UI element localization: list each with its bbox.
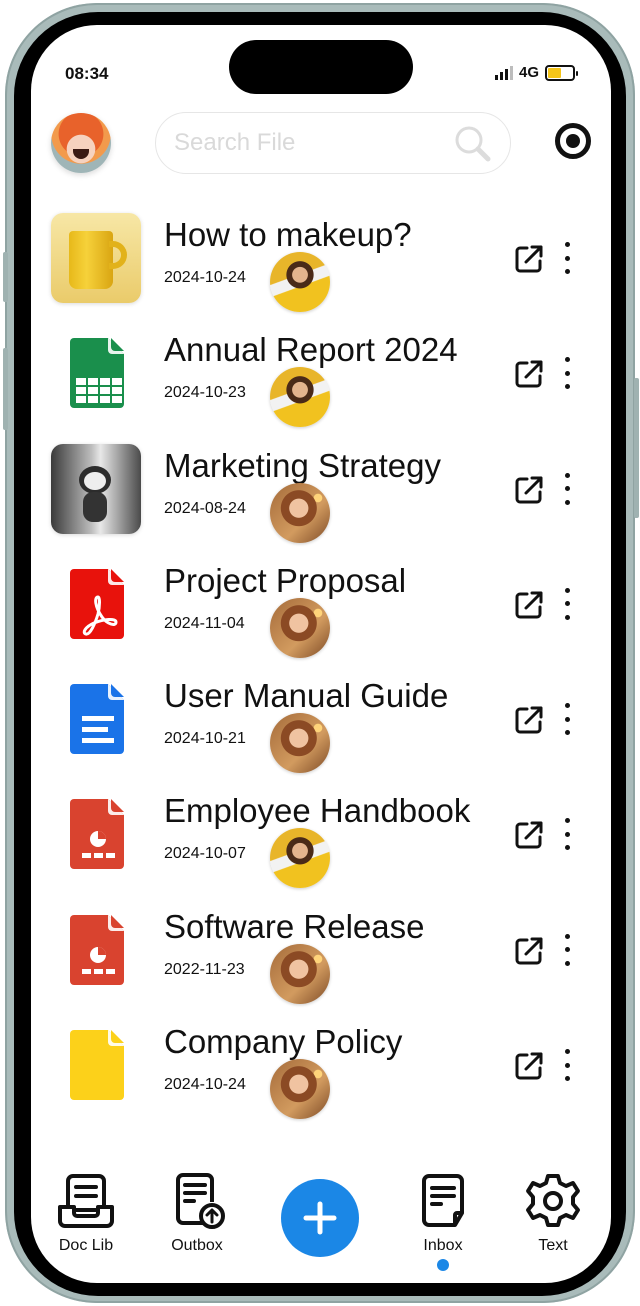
owner-avatar[interactable] <box>270 367 330 428</box>
file-date: 2024-08-24 <box>164 499 246 517</box>
document-icon <box>422 1174 464 1227</box>
user-avatar[interactable] <box>51 113 111 173</box>
screen: 08:34 4G How to makeup? 2024-10-24 Annual … <box>31 25 611 1283</box>
dynamic-island <box>229 40 413 94</box>
record-icon[interactable] <box>555 123 591 159</box>
status-time: 08:34 <box>65 64 109 83</box>
inbox-tray-icon <box>58 1174 114 1228</box>
share-icon[interactable] <box>512 703 546 737</box>
generic-file-icon <box>70 1030 124 1101</box>
search-input[interactable] <box>174 129 434 157</box>
puppy-photo <box>51 443 141 534</box>
owner-avatar[interactable] <box>270 943 330 1004</box>
outbox-upload-icon <box>176 1173 225 1229</box>
owner-avatar[interactable] <box>270 1059 330 1120</box>
file-date: 2024-11-04 <box>164 614 245 632</box>
nav-label: Doc Lib <box>58 1237 114 1254</box>
share-icon[interactable] <box>512 588 546 622</box>
file-date: 2024-10-21 <box>164 730 246 748</box>
file-row[interactable]: Software Release 2022-11-23 <box>31 900 611 1015</box>
share-icon[interactable] <box>512 818 546 852</box>
power-button <box>634 378 639 518</box>
file-title[interactable]: Annual Report 2024 <box>164 331 458 369</box>
network-label: 4G <box>518 64 539 81</box>
more-options-icon[interactable] <box>557 701 577 737</box>
file-row[interactable]: How to makeup? 2024-10-24 <box>31 208 611 323</box>
signal-icon <box>494 65 513 80</box>
file-row[interactable]: Marketing Strategy 2024-08-24 <box>31 439 611 554</box>
active-indicator <box>437 1259 449 1271</box>
gear-icon <box>526 1174 580 1227</box>
search-icon[interactable] <box>452 123 494 165</box>
more-options-icon[interactable] <box>557 932 577 968</box>
file-row[interactable]: Company Policy 2024-10-24 <box>31 1015 611 1130</box>
volume-up-button <box>3 252 8 302</box>
share-icon[interactable] <box>512 473 546 507</box>
file-title[interactable]: Marketing Strategy <box>164 447 441 485</box>
file-date: 2024-10-24 <box>164 269 246 286</box>
file-title[interactable]: Project Proposal <box>164 562 406 600</box>
file-date: 2024-10-23 <box>164 384 246 402</box>
file-title[interactable]: Employee Handbook <box>164 792 470 830</box>
nav-text[interactable]: Text <box>508 1171 598 1255</box>
more-options-icon[interactable] <box>557 240 577 276</box>
owner-avatar[interactable] <box>270 828 330 889</box>
file-row[interactable]: User Manual Guide 2024-10-21 <box>31 669 611 784</box>
add-button[interactable] <box>281 1179 359 1257</box>
presentation-icon <box>70 914 124 985</box>
search-bar[interactable] <box>155 112 511 174</box>
pdf-icon <box>70 568 124 639</box>
nav-label: Text <box>538 1237 568 1254</box>
more-options-icon[interactable] <box>557 586 577 622</box>
file-date: 2024-10-24 <box>164 1076 246 1094</box>
share-icon[interactable] <box>512 1049 546 1083</box>
file-title[interactable]: Software Release <box>164 908 424 946</box>
owner-avatar[interactable] <box>270 482 330 543</box>
file-list: How to makeup? 2024-10-24 Annual Report 20… <box>31 208 611 1130</box>
file-thumbnail[interactable] <box>51 674 141 764</box>
share-icon[interactable] <box>512 934 546 968</box>
nav-outbox[interactable]: Outbox <box>152 1171 242 1255</box>
owner-avatar[interactable] <box>270 252 330 312</box>
presentation-icon <box>70 799 124 870</box>
file-row[interactable]: Project Proposal 2024-11-04 <box>31 554 611 669</box>
bottom-nav: Doc Lib Outbox Inbox Text <box>31 1165 611 1283</box>
file-row[interactable]: Annual Report 2024 2024-10-23 <box>31 323 611 438</box>
battery-level <box>548 67 562 78</box>
file-thumbnail[interactable] <box>51 443 141 534</box>
file-title[interactable]: User Manual Guide <box>164 677 448 715</box>
more-options-icon[interactable] <box>557 816 577 852</box>
file-thumbnail[interactable] <box>51 1020 141 1110</box>
file-thumbnail[interactable] <box>51 789 141 879</box>
nav-label: Inbox <box>423 1237 463 1254</box>
share-icon[interactable] <box>512 357 546 391</box>
battery-icon <box>545 64 578 81</box>
file-thumbnail[interactable] <box>51 905 141 995</box>
more-options-icon[interactable] <box>557 1047 577 1083</box>
share-icon[interactable] <box>512 242 546 276</box>
file-thumbnail[interactable] <box>51 559 141 649</box>
spreadsheet-icon <box>70 338 124 409</box>
document-file-icon <box>70 684 124 755</box>
file-date: 2024-10-07 <box>164 845 246 863</box>
plus-icon <box>303 1201 337 1235</box>
owner-avatar[interactable] <box>270 713 330 774</box>
file-date: 2022-11-23 <box>164 960 245 978</box>
file-thumbnail[interactable] <box>51 328 141 418</box>
owner-avatar[interactable] <box>270 597 330 658</box>
more-options-icon[interactable] <box>557 471 577 507</box>
file-title[interactable]: Company Policy <box>164 1023 402 1061</box>
nav-inbox[interactable]: Inbox <box>398 1171 488 1271</box>
status-indicators: 4G <box>494 64 578 81</box>
file-title[interactable]: How to makeup? <box>164 216 412 254</box>
nav-label: Outbox <box>171 1237 223 1254</box>
volume-down-button <box>3 348 8 430</box>
mug-photo <box>51 213 141 303</box>
file-thumbnail[interactable] <box>51 213 141 303</box>
file-row[interactable]: Employee Handbook 2024-10-07 <box>31 784 611 899</box>
more-options-icon[interactable] <box>557 355 577 391</box>
nav-doc-lib[interactable]: Doc Lib <box>41 1171 131 1255</box>
